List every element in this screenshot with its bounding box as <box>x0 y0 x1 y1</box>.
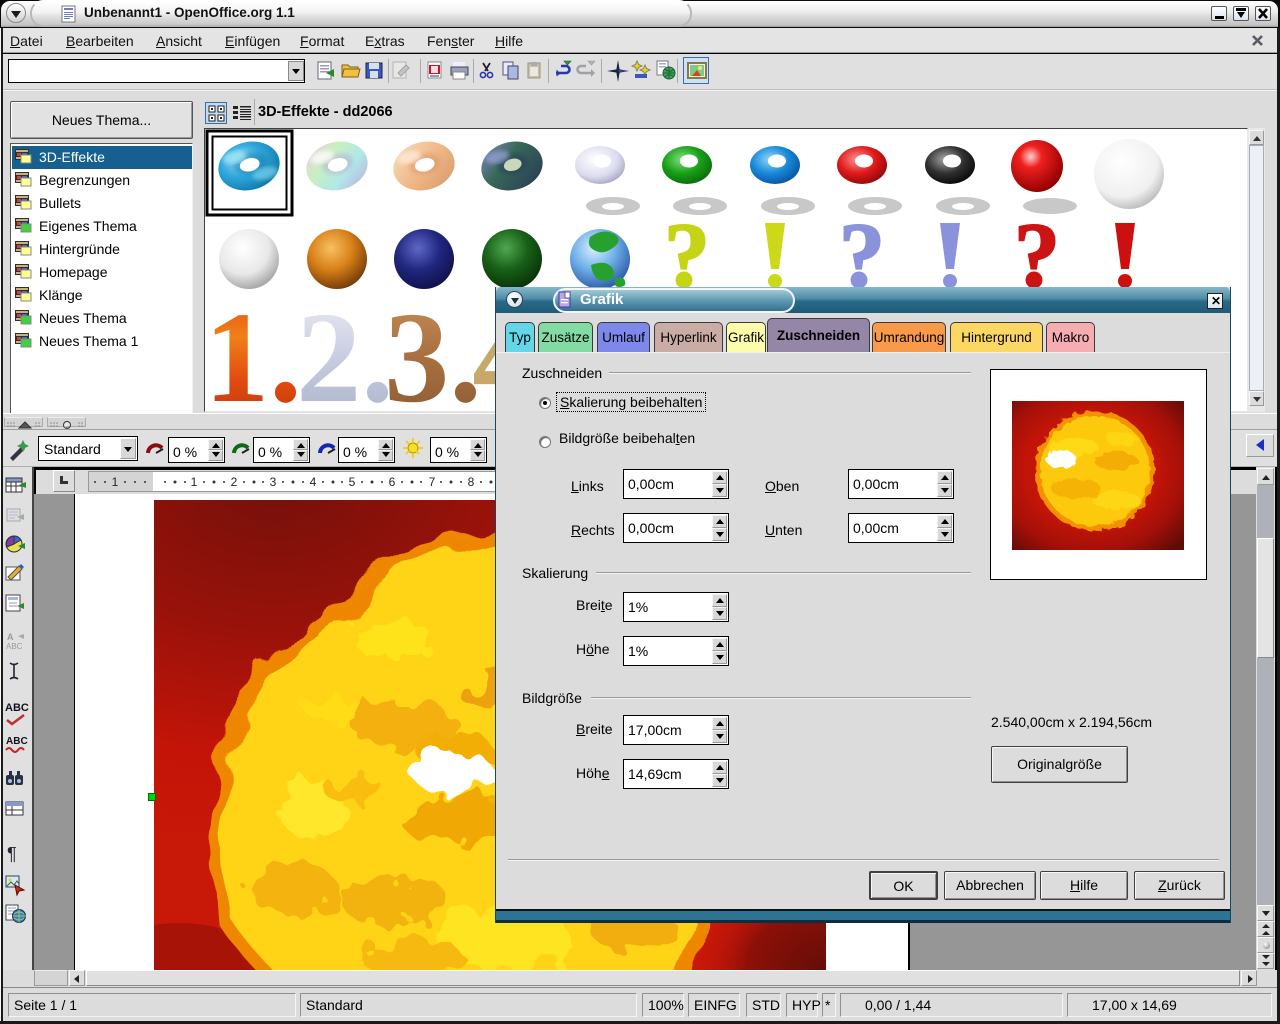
svg-text:ABC: ABC <box>5 702 29 714</box>
svg-text:ABC: ABC <box>6 642 23 651</box>
svg-text:ABC: ABC <box>6 736 28 747</box>
svg-text:5: 5 <box>349 475 356 489</box>
svg-text:1: 1 <box>191 475 198 489</box>
svg-text:2.: 2. <box>296 286 394 411</box>
svg-text:¶: ¶ <box>7 844 17 864</box>
svg-text:1.: 1. <box>205 286 302 411</box>
svg-text:A: A <box>7 632 14 642</box>
svg-text:7: 7 <box>429 475 436 489</box>
svg-text:4: 4 <box>310 475 317 489</box>
svg-text:2: 2 <box>231 475 238 489</box>
svg-text:6: 6 <box>389 475 396 489</box>
svg-text:8: 8 <box>468 475 475 489</box>
svg-text:3.: 3. <box>384 286 482 411</box>
svg-text:3: 3 <box>270 475 277 489</box>
svg-text:1: 1 <box>112 475 119 489</box>
